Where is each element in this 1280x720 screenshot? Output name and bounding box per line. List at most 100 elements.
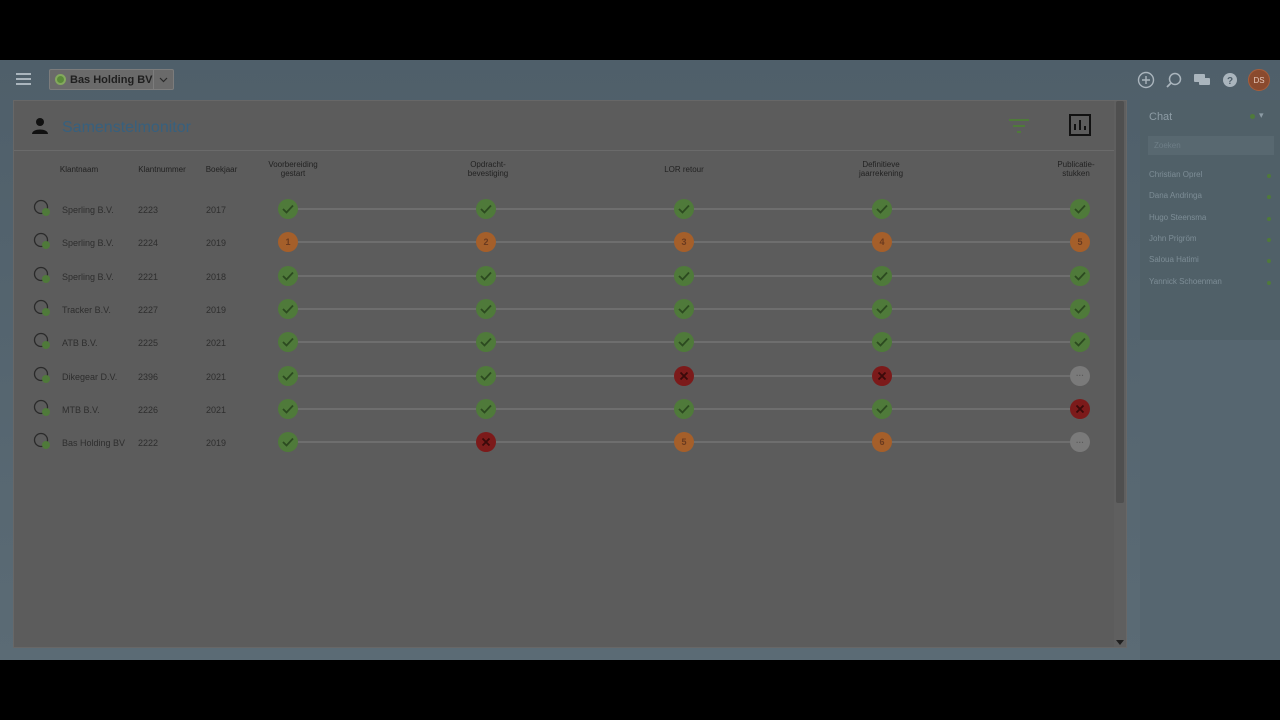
avatar[interactable]: DS [1248,69,1270,91]
table-row[interactable]: Dikegear D.V. 2396 2021 ··· [14,363,1114,393]
step-done-check-icon[interactable] [872,298,892,319]
step-done-check-icon[interactable] [872,398,892,419]
chevron-down-icon[interactable]: ▾ [1259,110,1264,121]
person-icon [31,117,49,140]
column-header-definitieve-line2: jaarrekening [858,169,904,178]
step-done-check-icon[interactable] [278,398,298,419]
step-done-check-icon[interactable] [872,265,892,286]
client-name: MTB B.V. [62,404,100,415]
step-error-x-icon[interactable] [674,365,694,386]
step-done-check-icon[interactable] [674,332,694,353]
step-done-check-icon[interactable] [674,298,694,319]
step-done-check-icon[interactable] [476,265,496,286]
step-done-check-icon[interactable] [278,432,298,453]
client-number: 2226 [138,404,159,415]
scrollbar[interactable] [1114,101,1126,647]
step-number-badge[interactable]: 2 [476,232,496,253]
table-row[interactable]: Sperling B.V. 2221 2018 [14,263,1114,293]
panel-header: Samenstelmonitor [14,101,1114,151]
chat-bubbles-icon[interactable] [1192,70,1212,90]
step-done-check-icon[interactable] [872,199,892,219]
table-row[interactable]: Bas Holding BV 2222 2019 5 6 ··· [14,429,1114,459]
chat-search-input[interactable] [1148,136,1274,155]
table-row[interactable]: ATB B.V. 2225 2021 [14,329,1114,359]
hamburger-menu-icon[interactable] [16,73,31,85]
table-row[interactable]: MTB B.V. 2226 2021 [14,396,1114,426]
column-header-boekjaar: Boekjaar [205,165,238,174]
chat-contact[interactable]: Christian Oprel [1149,170,1271,186]
column-header-voorbereiding-line2: gestart [280,169,306,178]
step-done-check-icon[interactable] [476,398,496,419]
step-done-check-icon[interactable] [1070,298,1090,319]
step-number-badge[interactable]: 1 [278,232,298,253]
step-done-check-icon[interactable] [476,365,496,386]
letterbox-top [0,0,1280,60]
step-number-badge[interactable]: 5 [1070,232,1090,253]
table-row[interactable]: Tracker B.V. 2227 2019 [14,296,1114,326]
step-done-check-icon[interactable] [674,398,694,419]
online-status-dot [1267,259,1271,264]
step-done-check-icon[interactable] [476,298,496,319]
step-number-badge[interactable]: 4 [872,232,892,253]
step-done-check-icon[interactable] [1070,199,1090,219]
fiscal-year: 2021 [206,371,227,382]
step-number-badge[interactable]: 5 [674,432,694,453]
column-header-klantnaam: Klantnaam [59,165,99,174]
client-number: 2396 [138,371,159,382]
chat-contact-name: Yannick Schoenman [1149,276,1222,286]
step-pending-icon[interactable]: ··· [1070,365,1090,386]
step-done-check-icon[interactable] [674,265,694,286]
client-number: 2227 [138,304,159,315]
table-row[interactable]: Sperling B.V. 2223 2017 [14,196,1114,226]
step-done-check-icon[interactable] [476,199,496,219]
step-done-check-icon[interactable] [278,265,298,286]
plus-circle-icon[interactable] [1136,70,1156,90]
client-number: 2223 [138,205,159,215]
scroll-thumb[interactable] [1116,101,1124,503]
client-name: Bas Holding BV [62,438,126,449]
step-done-check-icon[interactable] [278,199,298,219]
step-error-x-icon[interactable] [476,432,496,453]
chevron-down-icon[interactable] [153,70,173,89]
step-pending-icon[interactable]: ··· [1070,432,1090,453]
scroll-down-arrow-icon[interactable] [1116,640,1124,645]
fiscal-year: 2019 [206,238,227,249]
fiscal-year: 2019 [206,438,227,449]
chat-contact[interactable]: Yannick Schoenman [1149,277,1271,293]
svg-text:?: ? [1227,76,1233,87]
page-title: Samenstelmonitor [62,119,191,136]
step-number-badge[interactable]: 6 [872,432,892,453]
help-icon[interactable]: ? [1220,70,1240,90]
column-header-lor: LOR retour [664,165,704,174]
client-status-icon [33,266,51,284]
step-done-check-icon[interactable] [278,298,298,319]
filter-icon[interactable] [1008,119,1030,138]
step-done-check-icon[interactable] [1070,332,1090,353]
search-icon[interactable] [1164,70,1184,90]
samenstelmonitor-panel: Samenstelmonitor Klantnaam Klantnummer B… [13,100,1127,648]
chat-contact-name: Christian Oprel [1149,170,1203,179]
step-done-check-icon[interactable] [278,332,298,353]
step-error-x-icon[interactable] [872,365,892,386]
client-number: 2225 [138,338,159,349]
column-header-publicatie: Publicatie- stukken [1044,160,1108,178]
step-done-check-icon[interactable] [278,365,298,386]
chat-contact[interactable]: John Prigröm [1149,234,1271,250]
chat-contact[interactable]: Saloua Hatimi [1149,255,1271,271]
step-done-check-icon[interactable] [872,332,892,353]
chat-contact-name: Saloua Hatimi [1149,255,1199,265]
table-row[interactable]: Sperling B.V. 2224 2019 1 2 3 4 5 [14,229,1114,259]
company-selector[interactable]: Bas Holding BV [49,69,174,90]
step-number-badge[interactable]: 3 [674,232,694,253]
fiscal-year: 2021 [206,404,227,415]
chat-contact[interactable]: Dana Andringa [1149,191,1271,207]
chat-contact[interactable]: Hugo Steensma [1149,213,1271,229]
step-done-check-icon[interactable] [476,332,496,353]
bar-chart-icon[interactable] [1069,114,1091,141]
company-name: Bas Holding BV [70,73,153,86]
step-error-x-icon[interactable] [1070,398,1090,419]
column-header-opdracht-line1: Opdracht- [470,160,506,169]
step-done-check-icon[interactable] [1070,265,1090,286]
step-done-check-icon[interactable] [674,199,694,219]
client-name: Sperling B.V. [62,238,114,249]
